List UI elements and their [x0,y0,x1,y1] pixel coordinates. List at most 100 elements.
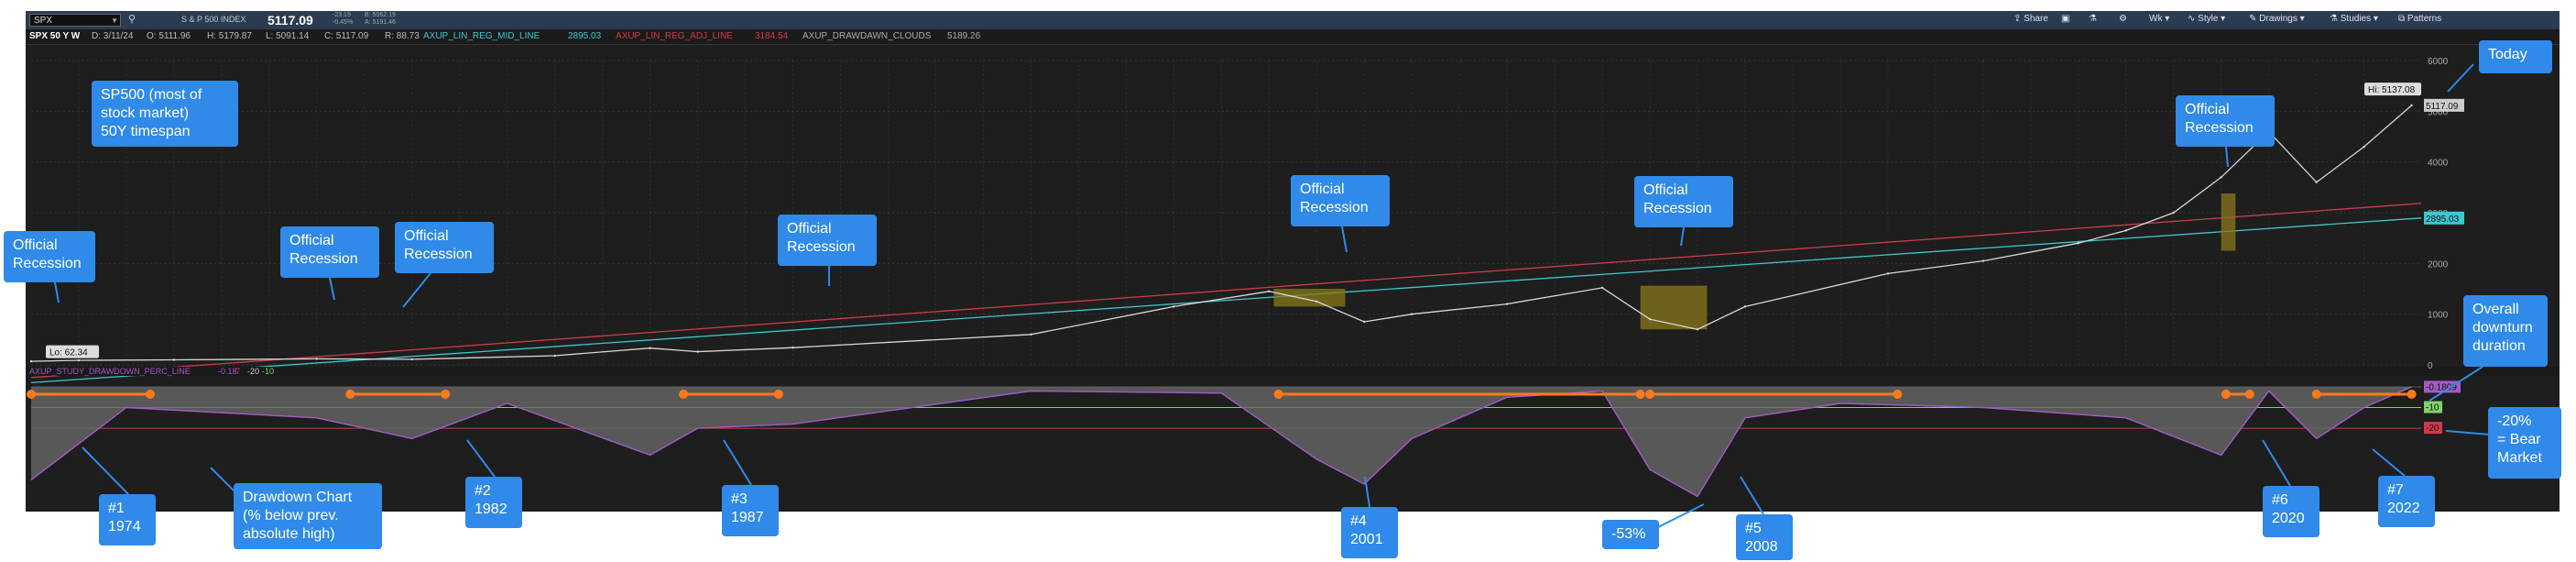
lo-label: Lo: 62.34 [49,348,88,358]
price-point [1030,333,1032,336]
price-point [1886,272,1890,275]
drawdown-cloud [1273,289,1346,307]
index-name: S & P 500 INDEX [181,15,246,24]
study-value: -10 [262,367,274,376]
price-point [2363,145,2365,149]
annotation-event-2: #2 1982 [465,477,522,528]
price-point [1315,300,1318,303]
annotation-sp500: SP500 (most of stock market) 50Y timespa… [92,81,238,147]
drawings-button[interactable]: ✎ Drawings ▾ [2249,14,2305,24]
bid-value: B: 5062.19 [365,12,396,18]
downturn-end-dot [1635,390,1645,399]
price-point [29,359,33,363]
annotation-today: Today [2479,40,2552,73]
y-tick-label: 2000 [2428,259,2449,270]
price-point [2220,176,2222,179]
patterns-button[interactable]: ⧉ Patterns [2398,14,2441,24]
mid-regression-line [30,217,2422,384]
hi-label: Hi: 5137.08 [2368,85,2416,95]
downturn-start-dot [1273,390,1283,399]
y-tick-label: 0 [2428,361,2433,371]
drawdown-area [31,387,2412,497]
drawdown-pane: AXUP_STUDY_DRAWDOWN_PERC_LINE -0.18-7 -20-… [26,367,2560,498]
study-name: AXUP_STUDY_DRAWDOWN_PERC_LINE [29,367,191,376]
price-point [1696,328,1699,331]
annotation-bear-market: -20% = Bear Market [2488,407,2561,479]
drawdown-cloud [1640,285,1708,330]
studies-button[interactable]: ⚗ Studies ▾ [2330,14,2378,24]
drawings-label: Drawings [2259,14,2298,24]
price-point [1648,318,1652,321]
style-label: Style [2198,14,2219,24]
price-point [2315,181,2318,183]
annotation-drawdown-chart: Drawdown Chart (% below prev. absolute h… [234,483,382,549]
ask-value: A: 5191.46 [365,19,396,26]
annotation-max-drawdown: -53% [1602,520,1659,549]
top-toolbar: SPX ▼ ⚲ S & P 500 INDEX 5117.09 -23.19 -… [26,11,2560,29]
range-value: R: 88.73 [385,31,420,41]
mid-line-label: 2895.03 [2426,215,2460,225]
bid-ask: B: 5062.19 A: 5191.46 [365,12,396,27]
annotation-recession-3: Official Recession [395,222,494,273]
downturn-start-dot [2221,390,2231,399]
flask-icon[interactable]: ⚗ [2089,14,2097,24]
annotation-recession-4: Official Recession [778,215,877,266]
last-price: 5117.09 [267,13,313,28]
downturn-end-dot [2407,390,2417,399]
price-point [77,358,81,362]
clouds-value: 5189.26 [947,31,981,41]
studies-label: Studies [2340,14,2372,24]
downturn-start-dot [1645,390,1655,399]
price-point [553,354,556,358]
adj-regression-line [30,203,2422,379]
price-point [2124,229,2127,232]
price-change: -23.19 -0.45% [333,12,353,27]
aggregation-label: Wk [2149,14,2163,24]
link-icon[interactable]: ⚲ [128,13,136,25]
price-point [791,346,794,349]
price-point [1363,320,1366,324]
share-label: Share [2024,14,2048,24]
y-tick-label: 4000 [2428,159,2449,169]
drawdown-axis-label: -0.1809 [2426,382,2457,392]
downturn-start-dot [27,390,36,399]
study-value: -7 [233,367,240,376]
style-button[interactable]: ∿ Style ▾ [2188,14,2225,24]
chevron-down-icon[interactable]: ▼ [111,15,118,28]
price-point [410,358,413,361]
price-point [1268,290,1271,292]
y-tick-label: 6000 [2428,57,2449,67]
price-point [1173,305,1175,308]
aggregation-button[interactable]: Wk ▾ [2149,14,2169,24]
window-icon[interactable]: ▣ [2061,14,2069,24]
downturn-end-dot [145,390,155,399]
mid-line-value: 2895.03 [568,31,602,41]
price-point [649,347,651,349]
annotation-recession-6: Official Recession [1634,176,1733,227]
period-label: SPX 50 Y W [29,31,81,41]
drawdown-axis-label: -20 [2426,424,2440,434]
price-point [1981,259,1985,262]
change-pct: -0.45% [333,19,354,26]
downturn-end-dot [441,390,451,399]
price-point [1505,303,1509,305]
annotation-event-1: #1 1974 [99,494,156,545]
high-value: H: 5179.87 [207,31,252,41]
upper-grid [31,60,2421,366]
downturn-end-dot [773,390,783,399]
low-value: L: 5091.14 [266,31,310,41]
annotation-overall-duration: Overall downturn duration [2463,295,2548,367]
gear-icon[interactable]: ⚙ [2119,14,2127,24]
price-point [315,358,319,360]
annotation-recession-1: Official Recession [4,231,95,282]
price-point [172,358,176,361]
annotation-recession-2: Official Recession [280,226,379,278]
price-point [2410,104,2413,107]
share-button[interactable]: ⇪ Share [2014,14,2048,24]
y-tick-label: 1000 [2428,311,2449,321]
symbol-text: SPX [34,16,53,26]
symbol-input[interactable]: SPX ▼ [29,14,121,27]
annotation-event-4: #4 2001 [1341,507,1398,558]
drawdown-axis-label: -10 [2426,403,2440,413]
date-value: D: 3/11/24 [92,31,134,41]
